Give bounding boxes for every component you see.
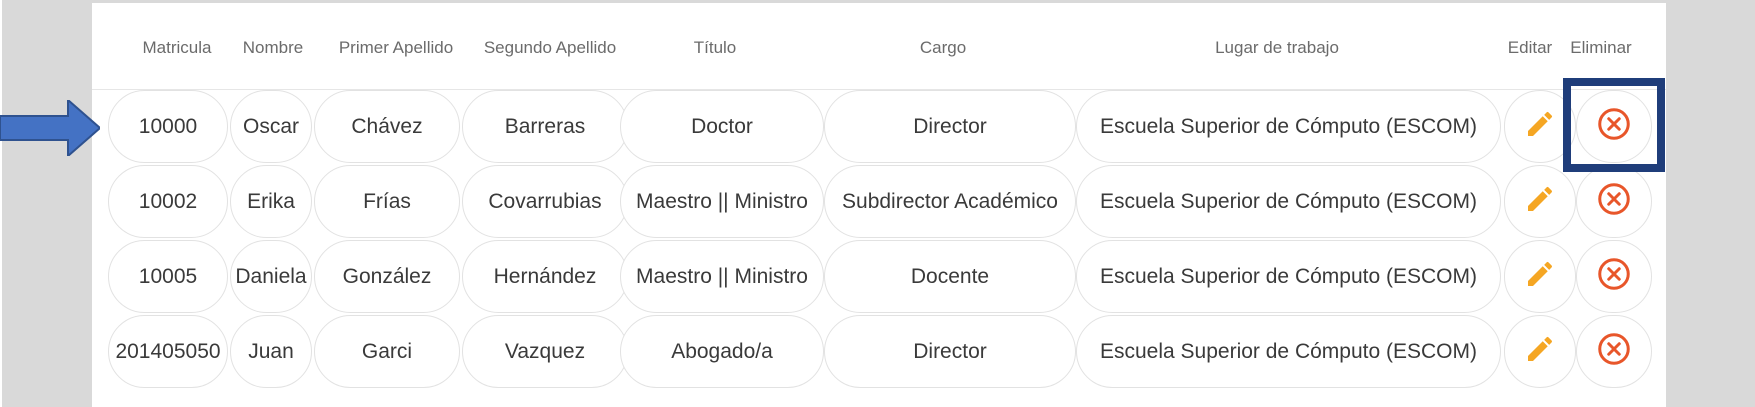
edit-button[interactable] — [1504, 240, 1576, 313]
edit-button[interactable] — [1504, 315, 1576, 388]
cell-primer-apellido: González — [314, 240, 460, 313]
table-row: 201405050 Juan Garci Vazquez Abogado/a D… — [92, 315, 1666, 390]
cell-matricula: 201405050 — [108, 315, 228, 388]
header-primer-apellido: Primer Apellido — [338, 38, 454, 57]
table-row: 10005 Daniela González Hernández Maestro… — [92, 240, 1666, 315]
cell-matricula: 10005 — [108, 240, 228, 313]
pencil-icon — [1524, 333, 1556, 371]
cell-cargo: Director — [824, 315, 1076, 388]
cell-lugar-de-trabajo: Escuela Superior de Cómputo (ESCOM) — [1076, 165, 1501, 238]
cell-segundo-apellido: Barreras — [462, 90, 628, 163]
cell-nombre: Daniela — [230, 240, 312, 313]
cell-cargo: Director — [824, 90, 1076, 163]
cell-matricula: 10002 — [108, 165, 228, 238]
cell-titulo: Maestro || Ministro — [620, 165, 824, 238]
delete-button[interactable] — [1576, 240, 1652, 313]
cell-primer-apellido: Chávez — [314, 90, 460, 163]
cell-primer-apellido: Garci — [314, 315, 460, 388]
cell-nombre: Oscar — [230, 90, 312, 163]
header-eliminar: Eliminar — [1570, 38, 1632, 57]
cell-lugar-de-trabajo: Escuela Superior de Cómputo (ESCOM) — [1076, 240, 1501, 313]
left-edge-strip — [0, 0, 2, 407]
cell-nombre: Erika — [230, 165, 312, 238]
edit-button[interactable] — [1504, 165, 1576, 238]
users-table-panel: Matricula Nombre Primer Apellido Segundo… — [92, 3, 1666, 407]
cell-titulo: Abogado/a — [620, 315, 824, 388]
arrow-right-icon — [0, 97, 102, 159]
pencil-icon — [1524, 258, 1556, 296]
close-circle-icon — [1596, 331, 1632, 373]
edit-button[interactable] — [1504, 90, 1576, 163]
cell-cargo: Docente — [824, 240, 1076, 313]
pencil-icon — [1524, 183, 1556, 221]
close-circle-icon — [1596, 256, 1632, 298]
cell-matricula: 10000 — [108, 90, 228, 163]
header-lugar-de-trabajo: Lugar de trabajo — [1215, 38, 1339, 57]
cell-cargo: Subdirector Académico — [824, 165, 1076, 238]
delete-button[interactable] — [1576, 90, 1652, 163]
header-cargo: Cargo — [919, 38, 967, 57]
close-circle-icon — [1596, 106, 1632, 148]
cell-titulo: Maestro || Ministro — [620, 240, 824, 313]
delete-button[interactable] — [1576, 165, 1652, 238]
header-editar: Editar — [1507, 38, 1553, 57]
cell-nombre: Juan — [230, 315, 312, 388]
cell-lugar-de-trabajo: Escuela Superior de Cómputo (ESCOM) — [1076, 315, 1501, 388]
header-titulo: Título — [693, 38, 737, 57]
header-matricula: Matricula — [142, 38, 212, 57]
close-circle-icon — [1596, 181, 1632, 223]
delete-button[interactable] — [1576, 315, 1652, 388]
cell-primer-apellido: Frías — [314, 165, 460, 238]
cell-titulo: Doctor — [620, 90, 824, 163]
cell-segundo-apellido: Vazquez — [462, 315, 628, 388]
cell-lugar-de-trabajo: Escuela Superior de Cómputo (ESCOM) — [1076, 90, 1501, 163]
cell-segundo-apellido: Covarrubias — [462, 165, 628, 238]
table-header: Matricula Nombre Primer Apellido Segundo… — [92, 3, 1666, 90]
table-row: 10002 Erika Frías Covarrubias Maestro ||… — [92, 165, 1666, 240]
pencil-icon — [1524, 108, 1556, 146]
header-segundo-apellido: Segundo Apellido — [483, 38, 617, 57]
table-row: 10000 Oscar Chávez Barreras Doctor Direc… — [92, 90, 1666, 165]
cell-segundo-apellido: Hernández — [462, 240, 628, 313]
header-nombre: Nombre — [242, 38, 304, 57]
